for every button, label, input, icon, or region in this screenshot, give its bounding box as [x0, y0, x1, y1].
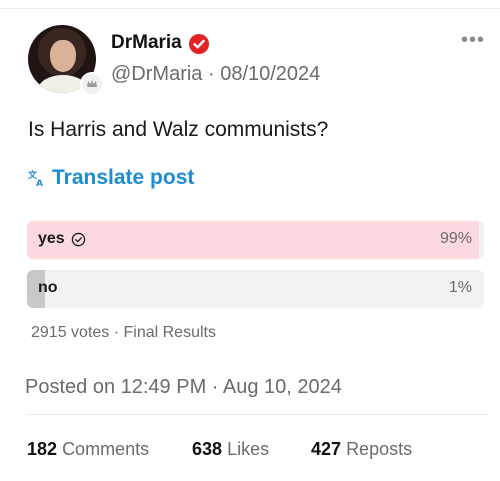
likes-label: Likes: [227, 439, 270, 459]
check-circle-icon: [71, 232, 85, 246]
likes-stat[interactable]: 638 Likes: [192, 439, 269, 460]
comments-stat[interactable]: 182 Comments: [27, 439, 149, 460]
reposts-stat[interactable]: 427 Reposts: [311, 439, 412, 460]
poll-option-text: no: [38, 279, 58, 296]
separator-dot: ·: [207, 63, 221, 85]
translate-label: Translate post: [52, 166, 195, 189]
poll-option-yes[interactable]: yes 99%: [27, 221, 484, 259]
reposts-label: Reposts: [346, 439, 413, 459]
stats-divider: [27, 414, 487, 415]
poll-option-label: yes: [38, 230, 86, 248]
poll-option-no[interactable]: no 1%: [27, 270, 484, 308]
poll-option-text: yes: [38, 230, 65, 247]
svg-text:A: A: [36, 179, 43, 187]
translate-post-button[interactable]: 文 A Translate post: [28, 166, 194, 190]
poll-summary: 2915 votes · Final Results: [31, 324, 216, 341]
poll-fill-yes: [27, 221, 480, 259]
poll-option-percent: 99%: [439, 230, 472, 247]
top-divider: [0, 8, 500, 9]
more-options-icon[interactable]: •••: [461, 30, 485, 50]
author-handle-line: @DrMaria · 08/10/2024: [111, 63, 320, 86]
author-handle[interactable]: @DrMaria: [111, 63, 202, 85]
likes-count: 638: [192, 439, 223, 459]
reposts-count: 427: [311, 439, 342, 459]
author-name[interactable]: DrMaria: [111, 32, 182, 54]
translate-icon: 文 A: [28, 169, 43, 187]
post-detail: DrMaria @DrMaria · 08/10/2024 ••• Is Har…: [0, 0, 500, 481]
posted-timestamp: Posted on 12:49 PM · Aug 10, 2024: [25, 376, 342, 398]
crown-badge-icon: [80, 72, 104, 96]
avatar-face: [50, 40, 76, 72]
post-text: Is Harris and Walz communists?: [28, 118, 329, 141]
verified-check-icon: [189, 34, 209, 54]
comments-label: Comments: [62, 439, 150, 459]
comments-count: 182: [27, 439, 58, 459]
poll-option-percent: 1%: [448, 279, 472, 296]
poll-option-label: no: [38, 279, 58, 297]
post-date: 08/10/2024: [220, 63, 321, 85]
